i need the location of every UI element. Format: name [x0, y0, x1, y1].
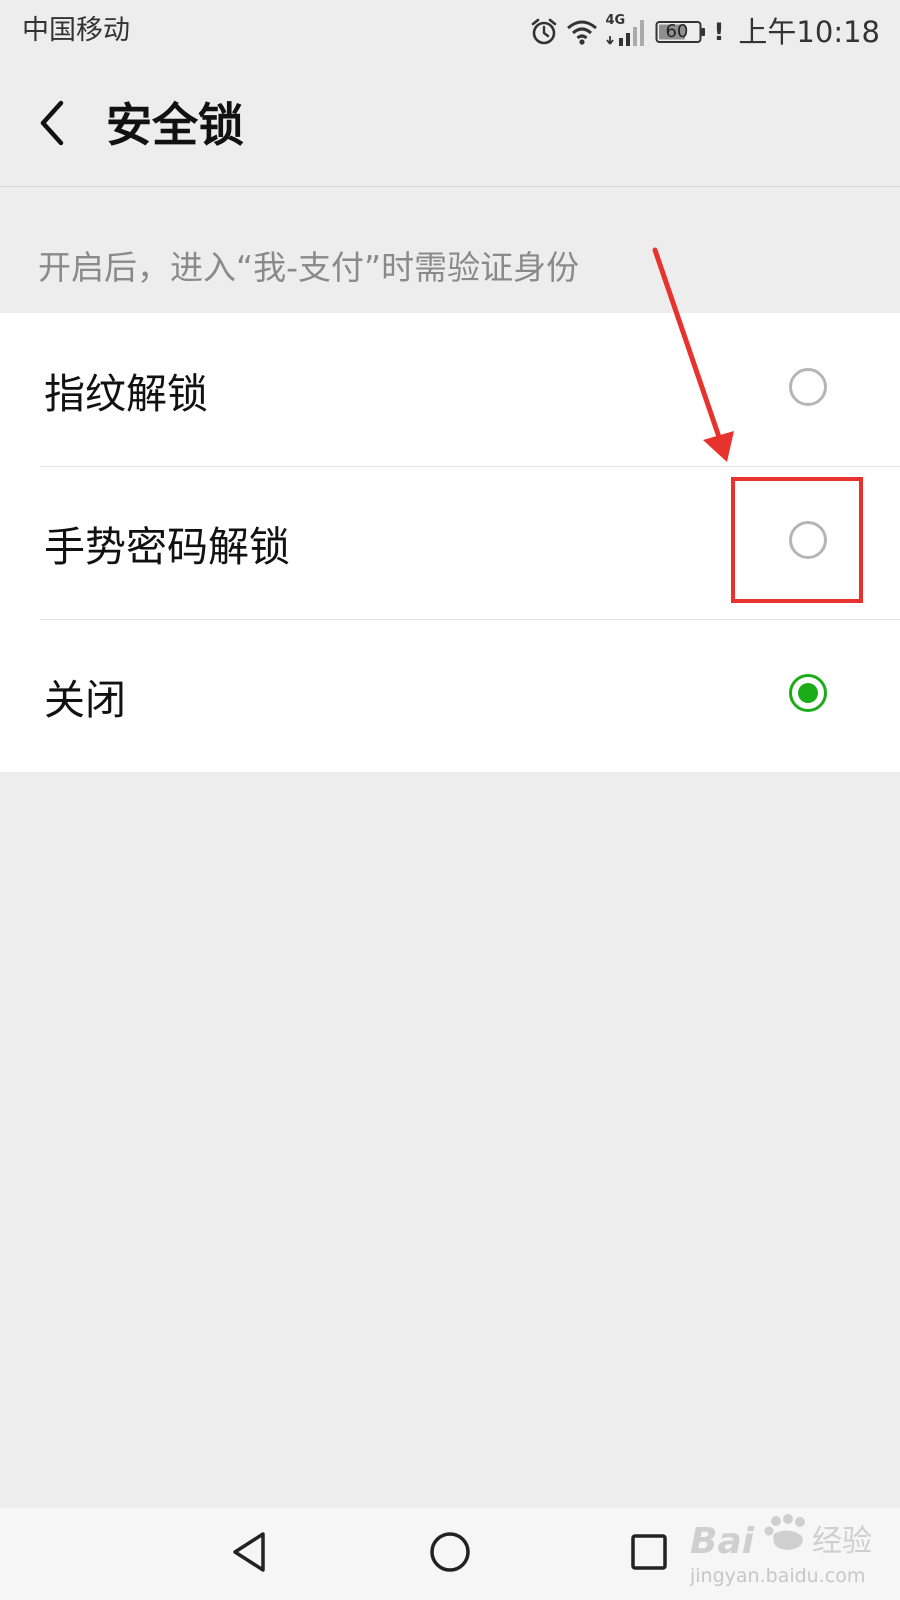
nav-back-button[interactable] [214, 1522, 284, 1586]
square-recents-icon [627, 1530, 671, 1578]
triangle-back-icon [227, 1529, 271, 1579]
status-icons: 4G 60 ! 上午10:18 [529, 10, 880, 54]
wifi-icon [565, 18, 599, 46]
option-label: 关闭 [44, 675, 126, 724]
cellular-signal-icon: 4G [605, 14, 649, 50]
option-fingerprint-unlock[interactable]: 指纹解锁 [0, 313, 900, 466]
nav-home-button[interactable] [415, 1522, 485, 1586]
section-hint: 开启后，进入“我-支付”时需验证身份 [38, 248, 580, 287]
back-button[interactable] [22, 90, 82, 160]
chevron-left-icon [35, 97, 69, 153]
battery-icon: 60 [655, 19, 707, 45]
off-radio[interactable] [789, 674, 827, 712]
alarm-icon [529, 17, 559, 47]
annotation-highlight-box [731, 477, 863, 603]
carrier-name: 中国移动 [22, 15, 130, 46]
battery-level: 60 [665, 21, 689, 42]
fingerprint-radio[interactable] [789, 368, 827, 406]
page-title: 安全锁 [106, 98, 244, 152]
watermark-url: jingyan.baidu.com [690, 1565, 866, 1587]
nav-recents-button[interactable] [614, 1522, 684, 1586]
baidu-jingyan-watermark: Bai 经验 jingyan.baidu.com [690, 1512, 890, 1596]
option-off[interactable]: 关闭 [0, 619, 900, 772]
option-label: 指纹解锁 [44, 369, 208, 418]
charging-alert-icon: ! [713, 18, 725, 46]
circle-home-icon [428, 1530, 472, 1578]
status-bar: 中国移动 4G 60 ! 上午10:18 [0, 0, 900, 64]
title-bar: 安全锁 [0, 64, 900, 187]
status-time: 上午10:18 [738, 15, 880, 49]
watermark-brand: Bai [690, 1521, 755, 1562]
watermark-brand-suffix: 经验 [812, 1524, 872, 1559]
option-label: 手势密码解锁 [44, 522, 290, 571]
